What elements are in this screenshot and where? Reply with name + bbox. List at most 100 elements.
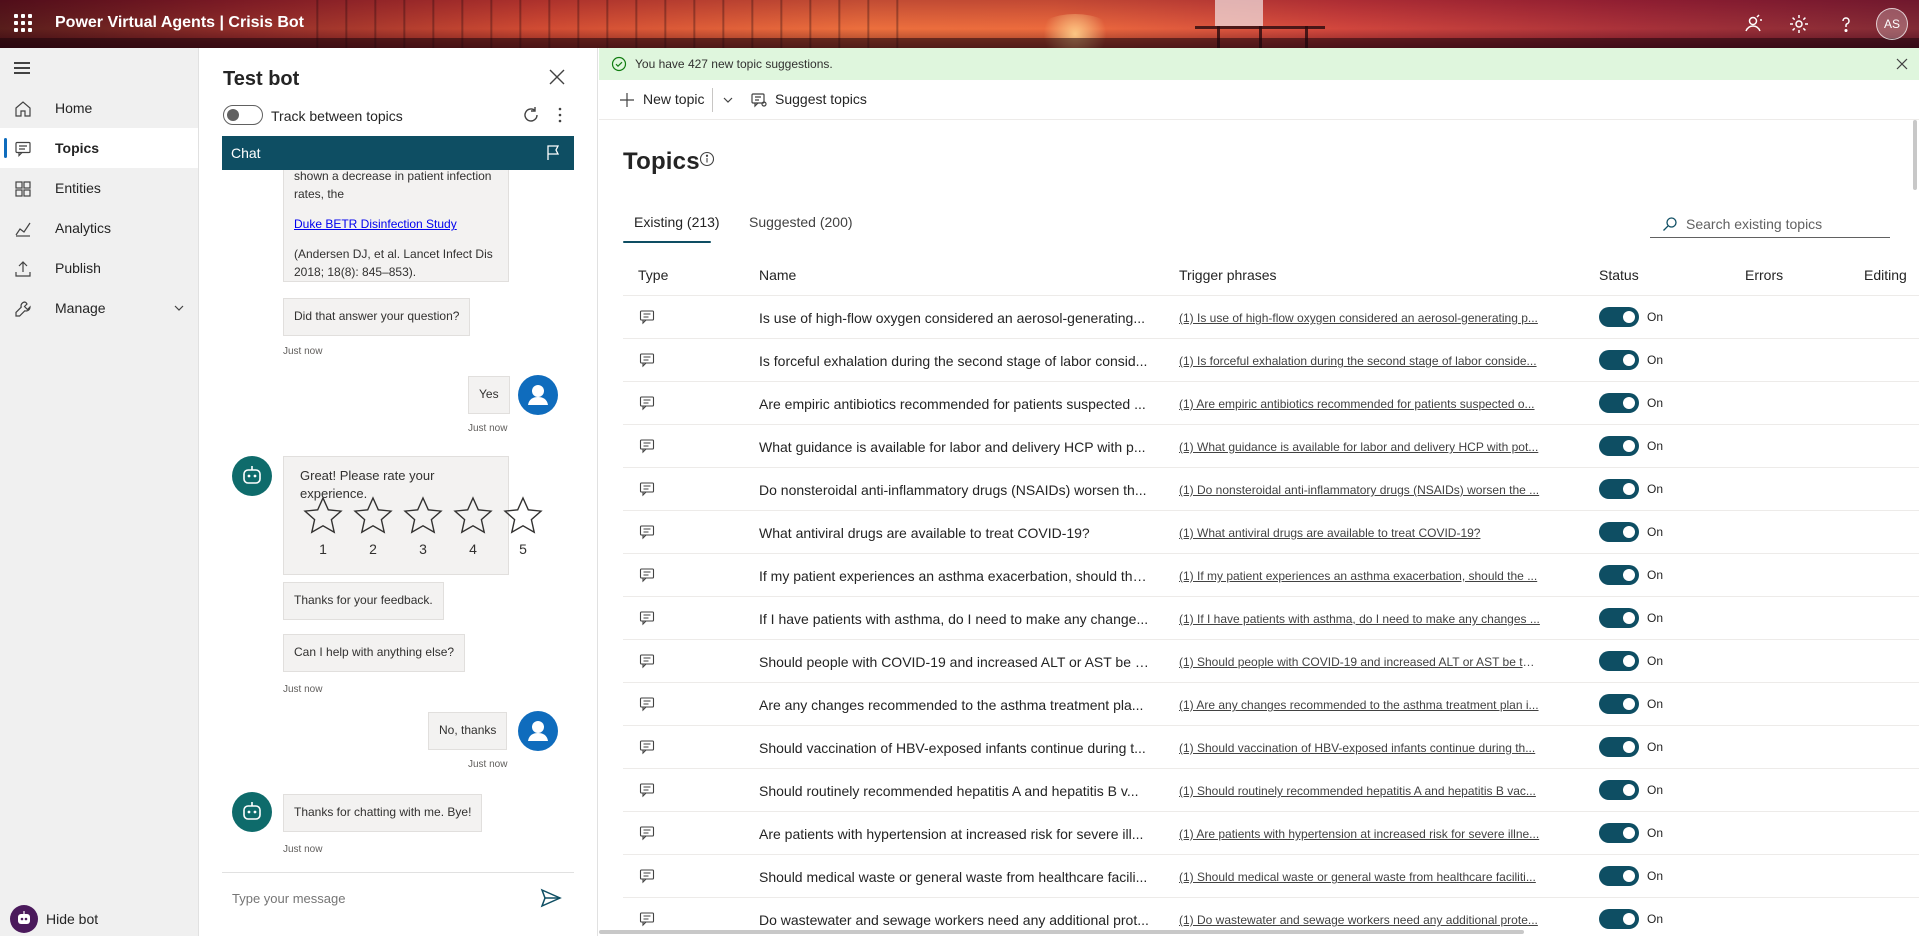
topic-name-link[interactable]: Are patients with hypertension at increa… [759,826,1149,842]
trigger-phrase-link[interactable]: (1) Are any changes recommended to the a… [1179,698,1541,712]
table-row[interactable]: Are any changes recommended to the asthm… [623,683,1919,726]
status-toggle[interactable] [1599,866,1639,886]
status-toggle[interactable] [1599,651,1639,671]
new-topic-button[interactable]: New topic [619,90,709,110]
trigger-phrase-link[interactable]: (1) If my patient experiences an asthma … [1179,569,1541,583]
person-feedback-icon[interactable] [1741,12,1765,36]
duke-betr-study-link[interactable]: Duke BETR Disinfection Study [294,217,457,231]
page-scrollbar[interactable] [1913,120,1917,190]
status-toggle[interactable] [1599,436,1639,456]
status-toggle[interactable] [1599,350,1639,370]
table-row[interactable]: Should vaccination of HBV-exposed infant… [623,726,1919,769]
tab-existing[interactable]: Existing (213) [634,214,720,230]
search-input[interactable] [1686,214,1886,234]
info-icon[interactable] [699,151,715,167]
topic-name-link[interactable]: Do nonsteroidal anti-inflammatory drugs … [759,482,1149,498]
star-rating-5[interactable]: 5 [500,495,546,557]
trigger-phrase-link[interactable]: (1) Should routinely recommended hepatit… [1179,784,1541,798]
topic-name-link[interactable]: Are empiric antibiotics recommended for … [759,396,1149,412]
chat-transcript[interactable]: shown a decrease in patient infection ra… [222,170,574,872]
dismiss-banner-icon[interactable] [1896,58,1908,70]
status-toggle[interactable] [1599,737,1639,757]
table-row[interactable]: Is forceful exhalation during the second… [623,339,1919,382]
status-toggle[interactable] [1599,565,1639,585]
table-row[interactable]: Should routinely recommended hepatitis A… [623,769,1919,812]
status-toggle[interactable] [1599,608,1639,628]
refresh-icon[interactable] [521,105,541,125]
table-row[interactable]: If I have patients with asthma, do I nee… [623,597,1919,640]
topic-name-link[interactable]: Do wastewater and sewage workers need an… [759,912,1149,928]
more-options-icon[interactable] [557,106,563,124]
trigger-phrase-link[interactable]: (1) Are patients with hypertension at in… [1179,827,1541,841]
status-toggle[interactable] [1599,780,1639,800]
tab-suggested[interactable]: Suggested (200) [749,214,853,230]
topic-name-link[interactable]: Should medical waste or general waste fr… [759,869,1149,885]
status-toggle[interactable] [1599,479,1639,499]
gear-icon[interactable] [1787,12,1811,36]
nav-item-entities[interactable]: Entities [0,168,198,208]
waffle-icon[interactable] [14,14,32,32]
horizontal-scrollbar[interactable] [599,930,1524,934]
column-header-name[interactable]: Name [759,267,796,283]
table-row[interactable]: Should people with COVID-19 and increase… [623,640,1919,683]
status-toggle[interactable] [1599,522,1639,542]
topic-name-link[interactable]: What antiviral drugs are available to tr… [759,525,1149,541]
table-row[interactable]: Are patients with hypertension at increa… [623,812,1919,855]
table-row[interactable]: Are empiric antibiotics recommended for … [623,382,1919,425]
column-header-editing[interactable]: Editing [1864,267,1907,283]
trigger-phrase-link[interactable]: (1) Should vaccination of HBV-exposed in… [1179,741,1541,755]
flag-icon[interactable] [544,144,562,162]
trigger-phrase-link[interactable]: (1) Is use of high-flow oxygen considere… [1179,311,1541,325]
topic-name-link[interactable]: If I have patients with asthma, do I nee… [759,611,1149,627]
table-row[interactable]: Do nonsteroidal anti-inflammatory drugs … [623,468,1919,511]
topic-name-link[interactable]: Is use of high-flow oxygen considered an… [759,310,1149,326]
status-toggle[interactable] [1599,393,1639,413]
star-rating-2[interactable]: 2 [350,495,396,557]
table-row[interactable]: Should medical waste or general waste fr… [623,855,1919,898]
nav-item-home[interactable]: Home [0,88,198,128]
nav-item-topics[interactable]: Topics [0,128,198,168]
column-header-errors[interactable]: Errors [1745,267,1783,283]
topic-name-link[interactable]: Are any changes recommended to the asthm… [759,697,1149,713]
trigger-phrase-link[interactable]: (1) Do wastewater and sewage workers nee… [1179,913,1541,927]
topic-name-link[interactable]: What guidance is available for labor and… [759,439,1149,455]
star-rating-4[interactable]: 4 [450,495,496,557]
user-avatar[interactable]: AS [1876,8,1908,40]
chevron-down-icon[interactable] [722,94,734,106]
message-input[interactable] [232,887,532,909]
topic-name-link[interactable]: If my patient experiences an asthma exac… [759,568,1149,584]
topic-name-link[interactable]: Is forceful exhalation during the second… [759,353,1149,369]
close-icon[interactable] [548,68,566,86]
table-row[interactable]: If my patient experiences an asthma exac… [623,554,1919,597]
trigger-phrase-link[interactable]: (1) Do nonsteroidal anti-inflammatory dr… [1179,483,1541,497]
send-icon[interactable] [540,887,562,909]
help-icon[interactable] [1834,12,1858,36]
table-row[interactable]: What guidance is available for labor and… [623,425,1919,468]
column-header-status[interactable]: Status [1599,267,1639,283]
status-toggle[interactable] [1599,909,1639,929]
trigger-phrase-link[interactable]: (1) Is forceful exhalation during the se… [1179,354,1541,368]
trigger-phrase-link[interactable]: (1) Should people with COVID-19 and incr… [1179,655,1541,669]
star-rating-1[interactable]: 1 [300,495,346,557]
hide-bot-button[interactable]: Hide bot [6,903,196,935]
hamburger-menu-icon[interactable] [14,62,30,74]
topic-name-link[interactable]: Should people with COVID-19 and increase… [759,654,1149,670]
trigger-phrase-link[interactable]: (1) What guidance is available for labor… [1179,440,1541,454]
nav-item-manage[interactable]: Manage [0,288,198,328]
status-toggle[interactable] [1599,823,1639,843]
status-toggle[interactable] [1599,694,1639,714]
table-row[interactable]: Is use of high-flow oxygen considered an… [623,296,1919,339]
topic-name-link[interactable]: Should routinely recommended hepatitis A… [759,783,1149,799]
table-row[interactable]: What antiviral drugs are available to tr… [623,511,1919,554]
column-header-trigger-phrases[interactable]: Trigger phrases [1179,267,1277,283]
suggest-topics-button[interactable]: Suggest topics [751,90,871,110]
track-between-topics-toggle[interactable] [223,105,263,125]
column-header-type[interactable]: Type [638,267,668,283]
nav-item-analytics[interactable]: Analytics [0,208,198,248]
topic-name-link[interactable]: Should vaccination of HBV-exposed infant… [759,740,1149,756]
trigger-phrase-link[interactable]: (1) What antiviral drugs are available t… [1179,526,1541,540]
star-rating-3[interactable]: 3 [400,495,446,557]
trigger-phrase-link[interactable]: (1) If I have patients with asthma, do I… [1179,612,1541,626]
status-toggle[interactable] [1599,307,1639,327]
trigger-phrase-link[interactable]: (1) Are empiric antibiotics recommended … [1179,397,1541,411]
